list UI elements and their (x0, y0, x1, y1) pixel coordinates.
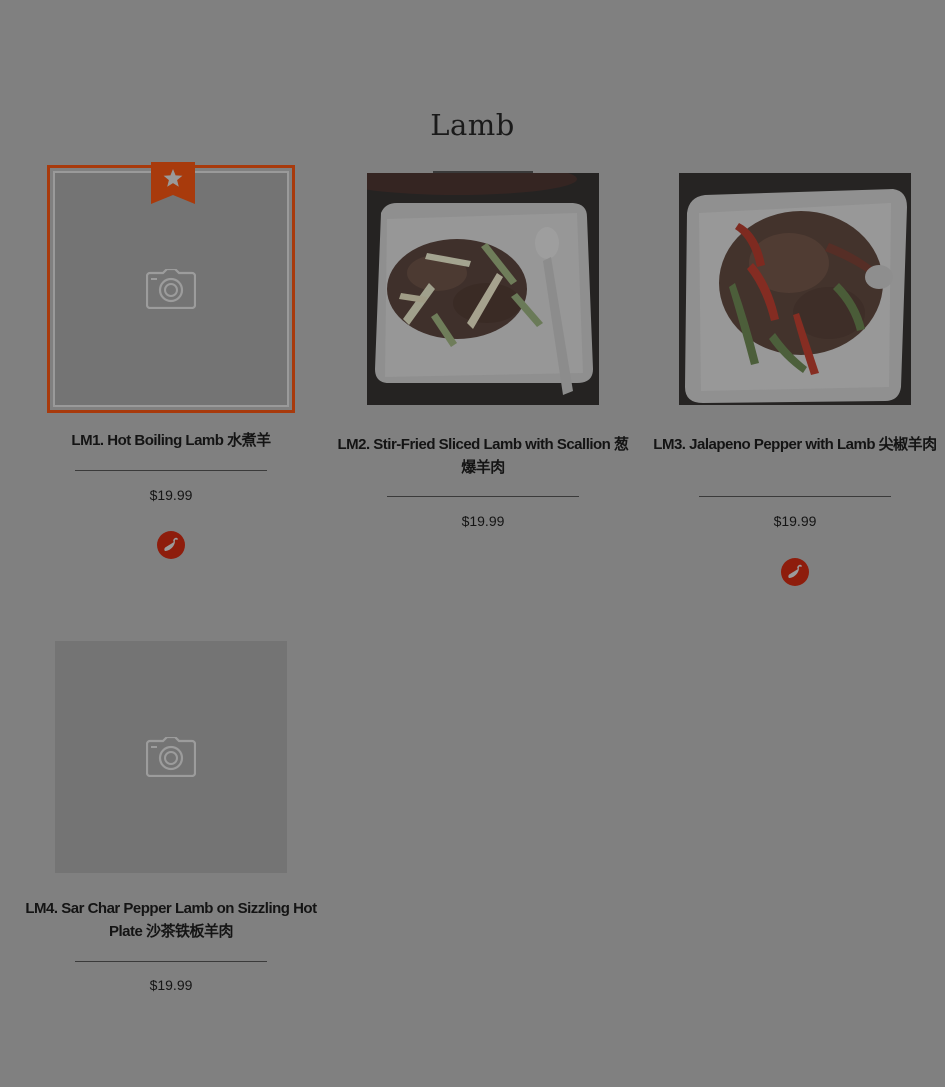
camera-icon (146, 737, 196, 777)
menu-item-card[interactable]: LM3. Jalapeno Pepper with Lamb 尖椒羊肉 $19.… (639, 173, 945, 586)
item-name: LM1. Hot Boiling Lamb 水煮羊 (71, 432, 271, 449)
item-name: LM4. Sar Char Pepper Lamb on Sizzling Ho… (25, 900, 317, 940)
item-price: $19.99 (149, 487, 193, 503)
item-photo-stir-fried-lamb (367, 173, 599, 405)
item-name: LM3. Jalapeno Pepper with Lamb 尖椒羊肉 (653, 436, 937, 453)
spicy-badge (781, 558, 809, 586)
item-photo-jalapeno-lamb (679, 173, 911, 405)
item-price: $19.99 (149, 977, 193, 993)
item-name: LM2. Stir-Fried Sliced Lamb with Scallio… (337, 436, 629, 476)
section-title: Lamb (430, 108, 515, 142)
spicy-badge (157, 531, 185, 559)
menu-item-card[interactable]: LM2. Stir-Fried Sliced Lamb with Scallio… (327, 173, 639, 553)
menu-item-card[interactable]: LM4. Sar Char Pepper Lamb on Sizzling Ho… (15, 641, 327, 1021)
item-divider (699, 496, 891, 497)
food-photo (679, 173, 911, 405)
item-divider (75, 470, 267, 471)
item-divider (75, 961, 267, 962)
star-ribbon-icon (151, 162, 195, 204)
chili-pepper-icon (788, 564, 802, 578)
item-price: $19.99 (773, 513, 817, 529)
chili-pepper-icon (164, 537, 178, 551)
food-photo (367, 173, 599, 405)
menu-item-card[interactable]: LM1. Hot Boiling Lamb 水煮羊 $19.99 (15, 162, 327, 573)
item-price: $19.99 (461, 513, 505, 529)
item-divider (387, 496, 579, 497)
item-image-placeholder (55, 641, 287, 873)
